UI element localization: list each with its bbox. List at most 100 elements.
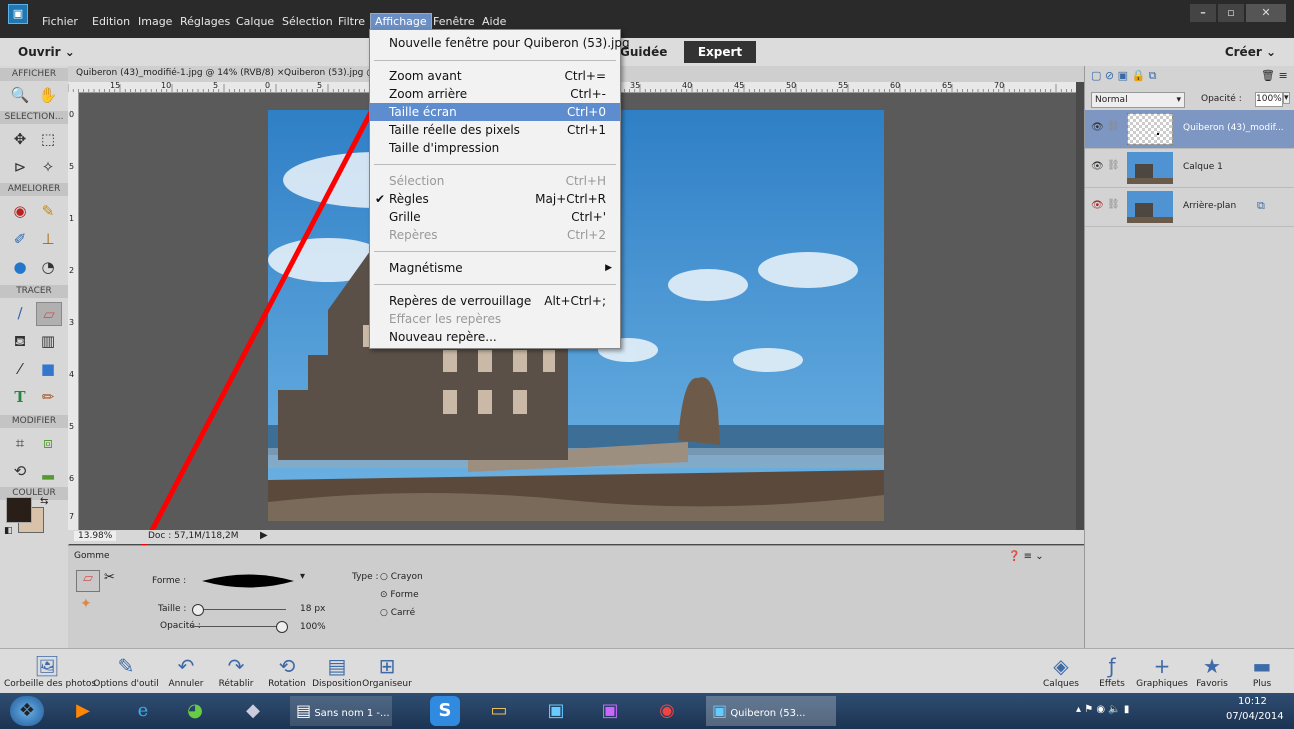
content-aware-move-tool-icon[interactable]: ⟲: [8, 460, 32, 482]
link-icon[interactable]: ⛓: [1107, 160, 1120, 171]
organizer-button[interactable]: ⊞ Organiseur: [362, 653, 412, 689]
recompose-tool-icon[interactable]: ⧈: [36, 432, 60, 454]
tray-icons[interactable]: ▴ ⚑ ◉ 🔈 ▮: [1076, 704, 1129, 715]
zoom-tool-icon[interactable]: 🔍: [8, 84, 32, 106]
tool-options-button[interactable]: ✎ Options d'outil: [90, 653, 162, 689]
marquee-tool-icon[interactable]: ⬚: [36, 128, 60, 150]
blend-mode-select[interactable]: Normal ▾: [1091, 92, 1185, 108]
menu-item-lock-guides[interactable]: Repères de verrouillage Alt+Ctrl+;: [370, 292, 620, 310]
skype-icon[interactable]: S: [430, 696, 460, 726]
minimize-icon[interactable]: –: [1190, 4, 1216, 22]
menu-selection[interactable]: Sélection: [282, 15, 333, 28]
book-app-icon[interactable]: ◆: [238, 696, 268, 726]
red-eye-tool-icon[interactable]: ◉: [8, 200, 32, 222]
eye-icon[interactable]: 👁: [1091, 122, 1104, 133]
menu-image[interactable]: Image: [138, 15, 172, 28]
delete-layer-icon[interactable]: 🗑 ≡: [1261, 69, 1288, 82]
type-radio-carre[interactable]: ○ Carré: [380, 608, 415, 618]
menu-fenetre[interactable]: Fenêtre: [433, 15, 475, 28]
layout-button[interactable]: ▤ Disposition: [312, 653, 362, 689]
create-button[interactable]: Créer ⌄: [1225, 45, 1276, 59]
menu-reglages[interactable]: Réglages: [180, 15, 230, 28]
undo-button[interactable]: ↶ Annuler: [164, 653, 208, 689]
brush-tool-icon[interactable]: ∕: [8, 302, 32, 324]
lasso-tool-icon[interactable]: ⊳: [8, 156, 32, 178]
media-player-icon[interactable]: ▶: [70, 696, 96, 726]
blur-tool-icon[interactable]: ●: [8, 256, 32, 278]
start-button-icon[interactable]: ❖: [10, 696, 44, 726]
spot-healing-tool-icon[interactable]: ✎: [36, 200, 60, 222]
smart-brush-tool-icon[interactable]: ✐: [8, 228, 32, 250]
menu-item-zoom-in[interactable]: Zoom avant Ctrl+=: [370, 67, 620, 85]
slider-handle[interactable]: [276, 621, 288, 633]
hand-tool-icon[interactable]: ✋: [36, 84, 60, 106]
eye-icon[interactable]: 👁: [1091, 161, 1104, 172]
internet-explorer-icon[interactable]: e: [128, 696, 158, 726]
clock-time[interactable]: 10:12: [1238, 696, 1267, 707]
eyedropper-tool-icon[interactable]: ⁄: [8, 358, 32, 380]
slider-handle[interactable]: [191, 604, 204, 616]
opacity-slider[interactable]: [192, 621, 288, 633]
menu-affichage[interactable]: Affichage: [370, 13, 432, 30]
default-colors-icon[interactable]: ◧: [4, 526, 13, 536]
background-eraser-icon[interactable]: ✂: [104, 570, 115, 585]
menu-edition[interactable]: Edition: [92, 15, 130, 28]
ruler-left[interactable]: 0 5 1 2 3 4 5 6 7: [68, 92, 79, 530]
menu-item-rulers[interactable]: ✔ Règles Maj+Ctrl+R: [370, 190, 620, 208]
menu-filtre[interactable]: Filtre: [338, 15, 365, 28]
magic-wand-tool-icon[interactable]: ✧: [36, 156, 60, 178]
redo-button[interactable]: ↷ Rétablir: [214, 653, 258, 689]
size-slider[interactable]: [191, 604, 286, 616]
straighten-tool-icon[interactable]: ▂: [36, 460, 60, 482]
clock-date[interactable]: 07/04/2014: [1226, 711, 1284, 722]
menu-item-new-guide[interactable]: Nouveau repère...: [370, 328, 620, 346]
clone-stamp-tool-icon[interactable]: ⊥: [36, 228, 60, 250]
type-radio-crayon[interactable]: ○ Crayon: [380, 572, 423, 582]
menu-item-new-window[interactable]: Nouvelle fenêtre pour Quiberon (53).jpg: [370, 34, 630, 52]
rectangle-shape-tool-icon[interactable]: ■: [36, 358, 60, 380]
close-icon[interactable]: ✕: [1246, 4, 1286, 22]
zoom-readout[interactable]: 13.98%: [74, 531, 117, 541]
menu-item-grid[interactable]: Grille Ctrl+': [370, 208, 620, 226]
help-icon[interactable]: ❓ ≡ ⌄: [1008, 551, 1044, 562]
magic-eraser-icon[interactable]: ✦: [80, 596, 92, 612]
type-tool-icon[interactable]: T: [8, 386, 32, 408]
more-button[interactable]: ▬ Plus: [1244, 653, 1280, 689]
layer-row-arriere-plan[interactable]: 👁 ⛓ Arrière-plan ⧉: [1085, 188, 1294, 227]
favorites-button[interactable]: ★ Favoris: [1194, 653, 1230, 689]
paint-bucket-tool-icon[interactable]: ⛾: [8, 330, 32, 352]
restore-icon[interactable]: ▫: [1218, 4, 1244, 22]
mode-expert-tab[interactable]: Expert: [684, 41, 756, 63]
layer-opacity-input[interactable]: 100%: [1255, 92, 1283, 107]
rotate-button[interactable]: ⟲ Rotation: [264, 653, 310, 689]
eraser-mode-icon[interactable]: ▱: [76, 570, 100, 592]
foreground-color-swatch[interactable]: [6, 497, 32, 523]
menu-aide[interactable]: Aide: [482, 15, 506, 28]
link-icon[interactable]: ⛓: [1107, 121, 1120, 132]
link-icon[interactable]: ⛓: [1107, 199, 1120, 210]
type-radio-forme[interactable]: ⊙ Forme: [380, 590, 419, 600]
layer-row-quiberon[interactable]: 👁 ⛓ Quiberon (43)_modif...: [1085, 110, 1294, 149]
hidden-eye-icon[interactable]: 👁: [1091, 200, 1104, 211]
layer-tools-icons[interactable]: ▢ ⊘ ▣ 🔒 ⧉: [1091, 69, 1157, 83]
eraser-tool-icon[interactable]: ▱: [36, 302, 62, 326]
tab-quiberon-53[interactable]: Quiberon (53).jpg @: [284, 68, 375, 78]
menu-calque[interactable]: Calque: [236, 15, 274, 28]
chevron-down-icon[interactable]: ▾: [1283, 92, 1290, 104]
menu-item-zoom-out[interactable]: Zoom arrière Ctrl+-: [370, 85, 620, 103]
chrome-icon[interactable]: ◉: [652, 696, 682, 726]
photoshop-elements-app-icon[interactable]: ▣: [8, 4, 28, 24]
photo-bin-button[interactable]: 🖼 Corbeille des photos: [4, 653, 96, 689]
pencil-tool-icon[interactable]: ✏: [36, 386, 60, 408]
menu-item-actual-pixels[interactable]: Taille réelle des pixels Ctrl+1: [370, 121, 620, 139]
menu-item-print-size[interactable]: Taille d'impression: [370, 139, 620, 157]
crop-tool-icon[interactable]: ⌗: [8, 432, 32, 454]
menu-item-snap[interactable]: Magnétisme ▶: [370, 259, 620, 277]
layer-row-calque-1[interactable]: 👁 ⛓ Calque 1: [1085, 149, 1294, 188]
layers-button[interactable]: ◈ Calques: [1040, 653, 1082, 689]
graphics-button[interactable]: + Graphiques: [1134, 653, 1190, 689]
move-tool-icon[interactable]: ✥: [8, 128, 32, 150]
swap-colors-icon[interactable]: ⇆: [40, 496, 48, 507]
sponge-tool-icon[interactable]: ◔: [36, 256, 60, 278]
brush-preset-preview[interactable]: [194, 568, 304, 594]
